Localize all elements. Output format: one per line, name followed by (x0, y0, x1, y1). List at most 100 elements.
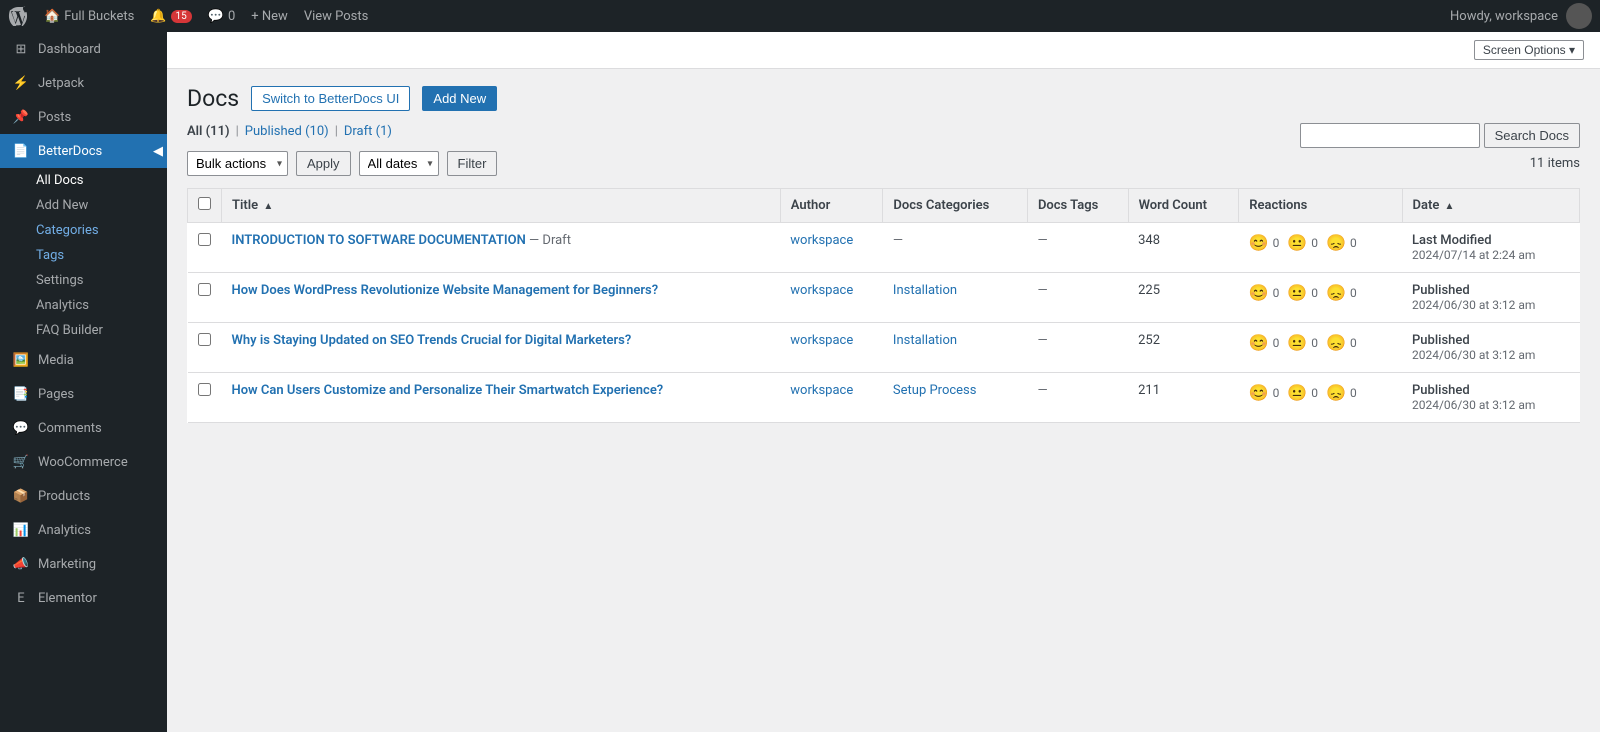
row4-title-link[interactable]: How Can Users Customize and Personalize … (232, 383, 771, 398)
apply-button[interactable]: Apply (296, 151, 351, 176)
sidebar-item-analytics-sub[interactable]: Analytics (0, 293, 167, 318)
sidebar-item-categories[interactable]: Categories (0, 218, 167, 243)
filter-all[interactable]: All (11) (187, 124, 230, 139)
row3-category: Installation (883, 323, 1028, 373)
content-area: Docs Switch to BetterDocs UI Add New All… (167, 69, 1600, 439)
search-docs-button[interactable]: Search Docs (1484, 123, 1580, 148)
row3-title: Why is Staying Updated on SEO Trends Cru… (222, 323, 781, 373)
col-title[interactable]: Title ▲ (222, 189, 781, 223)
row2-checkbox[interactable] (198, 283, 211, 296)
row1-title-link[interactable]: INTRODUCTION TO SOFTWARE DOCUMENTATION —… (232, 233, 771, 248)
row3-checkbox-col (188, 323, 222, 373)
media-icon: 🖼️ (12, 351, 30, 369)
sidebar-item-posts[interactable]: 📌 Posts (0, 100, 167, 134)
sidebar-item-products[interactable]: 📦 Products (0, 479, 167, 513)
notifications[interactable]: 🔔 15 (150, 9, 191, 24)
row1-title: INTRODUCTION TO SOFTWARE DOCUMENTATION —… (222, 223, 781, 273)
view-posts-link[interactable]: View Posts (304, 9, 369, 24)
row3-checkbox[interactable] (198, 333, 211, 346)
row1-date-value: 2024/07/14 at 2:24 am (1412, 248, 1570, 262)
neutral-icon: 😐 (1287, 383, 1307, 402)
happy-icon: 😊 (1249, 233, 1269, 252)
row4-date-value: 2024/06/30 at 3:12 am (1412, 398, 1570, 412)
sidebar-item-faq-builder[interactable]: FAQ Builder (0, 318, 167, 343)
row3-happy-count: 0 (1273, 336, 1280, 350)
sidebar-item-pages[interactable]: 📑 Pages (0, 377, 167, 411)
site-name[interactable]: 🏠 Full Buckets (44, 9, 134, 24)
wp-logo[interactable] (8, 6, 28, 26)
row4-category-link[interactable]: Setup Process (893, 383, 977, 398)
col-docs-tags: Docs Tags (1027, 189, 1128, 223)
add-new-button[interactable]: Add New (422, 86, 497, 111)
comments-topbar[interactable]: 💬 0 (208, 9, 236, 24)
sidebar-item-woocommerce[interactable]: 🛒 WooCommerce (0, 445, 167, 479)
row1-author: workspace (780, 223, 883, 273)
switch-to-betterdocs-button[interactable]: Switch to BetterDocs UI (251, 86, 410, 111)
dates-select[interactable]: All dates (359, 151, 439, 176)
col-date[interactable]: Date ▲ (1402, 189, 1580, 223)
col-reactions: Reactions (1239, 189, 1402, 223)
comment-icon: 💬 (208, 9, 224, 24)
page-title: Docs (187, 85, 239, 112)
search-input[interactable] (1300, 123, 1480, 148)
date-sort-icon: ▲ (1445, 201, 1455, 212)
sidebar-item-media[interactable]: 🖼️ Media (0, 343, 167, 377)
sidebar-item-elementor[interactable]: E Elementor (0, 581, 167, 615)
happy-icon: 😊 (1249, 333, 1269, 352)
select-all-checkbox[interactable] (198, 197, 211, 210)
row1-author-link[interactable]: workspace (790, 233, 853, 248)
title-sort-icon: ▲ (263, 201, 273, 212)
row2-date-status: Published (1412, 283, 1570, 298)
col-author: Author (780, 189, 883, 223)
neutral-icon: 😐 (1287, 333, 1307, 352)
row4-author-link[interactable]: workspace (790, 383, 853, 398)
row2-title-link[interactable]: How Does WordPress Revolutionize Website… (232, 283, 771, 298)
new-button[interactable]: + New (251, 9, 288, 24)
row1-reactions: 😊 0 😐 0 😞 0 (1239, 223, 1402, 273)
row2-date-value: 2024/06/30 at 3:12 am (1412, 298, 1570, 312)
sidebar-item-dashboard[interactable]: ⊞ Dashboard (0, 32, 167, 66)
sad-icon: 😞 (1326, 383, 1346, 402)
sidebar-item-all-docs[interactable]: All Docs (0, 168, 167, 193)
row4-sad-count: 0 (1350, 386, 1357, 400)
filter-published[interactable]: Published (10) (245, 124, 329, 139)
row1-checkbox[interactable] (198, 233, 211, 246)
row1-neutral-count: 0 (1311, 236, 1318, 250)
pages-icon: 📑 (12, 385, 30, 403)
row1-happy-count: 0 (1273, 236, 1280, 250)
main-content: Screen Options ▾ Docs Switch to BetterDo… (167, 32, 1600, 732)
betterdocs-icon: 📄 (12, 142, 30, 160)
neutral-icon: 😐 (1287, 283, 1307, 302)
row4-tags-value: — (1037, 383, 1047, 398)
sidebar-item-comments[interactable]: 💬 Comments (0, 411, 167, 445)
sad-icon: 😞 (1326, 283, 1346, 302)
row1-date-status: Last Modified (1412, 233, 1570, 248)
sidebar-item-jetpack[interactable]: ⚡ Jetpack (0, 66, 167, 100)
row3-author-link[interactable]: workspace (790, 333, 853, 348)
page-header: Docs Switch to BetterDocs UI Add New (187, 85, 1580, 112)
row2-category: Installation (883, 273, 1028, 323)
bulk-actions-select[interactable]: Bulk actions (187, 151, 288, 176)
table-row: INTRODUCTION TO SOFTWARE DOCUMENTATION —… (188, 223, 1580, 273)
row4-reactions: 😊 0 😐 0 😞 0 (1239, 373, 1402, 423)
sidebar-item-betterdocs[interactable]: 📄 BetterDocs ◀ (0, 134, 167, 168)
row2-happy-count: 0 (1273, 286, 1280, 300)
sidebar-item-settings[interactable]: Settings (0, 268, 167, 293)
sidebar-item-marketing[interactable]: 📣 Marketing (0, 547, 167, 581)
screen-options-button[interactable]: Screen Options ▾ (1474, 40, 1584, 60)
notifications-icon: 🔔 (150, 9, 166, 24)
row4-reaction-cell: 😊 0 😐 0 😞 0 (1249, 383, 1392, 402)
sidebar-item-add-new[interactable]: Add New (0, 193, 167, 218)
row2-category-link[interactable]: Installation (893, 283, 957, 298)
row3-category-link[interactable]: Installation (893, 333, 957, 348)
row2-author-link[interactable]: workspace (790, 283, 853, 298)
comments-icon: 💬 (12, 419, 30, 437)
row3-title-link[interactable]: Why is Staying Updated on SEO Trends Cru… (232, 333, 771, 348)
row1-checkbox-col (188, 223, 222, 273)
row4-checkbox[interactable] (198, 383, 211, 396)
sidebar-item-analytics[interactable]: 📊 Analytics (0, 513, 167, 547)
filter-draft[interactable]: Draft (1) (344, 124, 392, 139)
sidebar-item-tags[interactable]: Tags (0, 243, 167, 268)
filter-button[interactable]: Filter (447, 151, 498, 176)
row2-word-count: 225 (1128, 273, 1239, 323)
